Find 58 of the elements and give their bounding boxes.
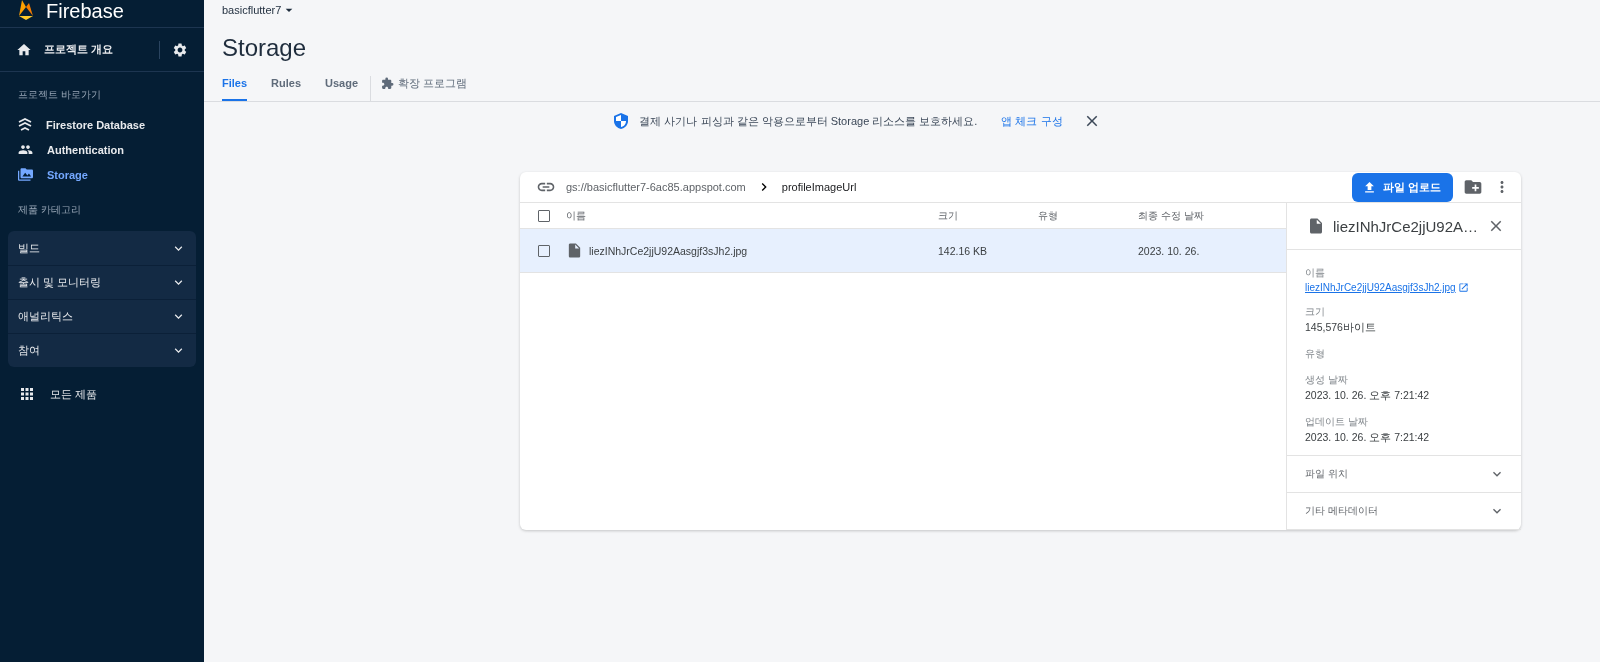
extensions-tab[interactable]: 확장 프로그램	[370, 76, 468, 101]
page-title: Storage	[222, 34, 308, 62]
settings-icon[interactable]	[172, 41, 188, 58]
app-check-link[interactable]: 앱 체크 구성	[1001, 113, 1063, 129]
file-icon	[1307, 217, 1325, 235]
field-label: 업데이트 날짜	[1305, 415, 1369, 429]
column-header: 최종 수정 날짜	[1138, 208, 1204, 223]
checkbox[interactable]	[538, 244, 550, 257]
brand-name: Firebase	[46, 1, 124, 21]
field-value: 145,576바이트	[1305, 321, 1377, 335]
column-header: 이름	[566, 208, 586, 223]
grid-icon	[18, 385, 36, 403]
all-products-link[interactable]: 모든 제품	[0, 385, 204, 403]
tab[interactable]: Usage	[325, 76, 359, 101]
collapsible-section[interactable]: 기타 메타데이터	[1287, 493, 1521, 530]
file-size: 142.16 KB	[938, 244, 988, 257]
external-link-icon	[1457, 282, 1469, 293]
tab[interactable]: Rules	[271, 76, 302, 101]
sidebar-item[interactable]: Storage	[0, 162, 204, 187]
project-overview-link[interactable]: 프로젝트 개요	[44, 42, 159, 57]
field-label: 크기	[1305, 305, 1326, 319]
bucket-path[interactable]: gs://basicflutter7-6ac85.appspot.com	[566, 181, 746, 193]
column-header: 유형	[1038, 208, 1058, 223]
modified-date: 2023. 10. 26.	[1138, 244, 1200, 257]
field-value: 2023. 10. 26. 오후 7:21:42	[1305, 389, 1431, 403]
file-name: liezINhJrCe2jjU92Aasgjf3sJh2.jpg	[589, 244, 748, 257]
field-label: 유형	[1305, 347, 1326, 361]
details-title: liezINhJrCe2jjU92A…	[1333, 217, 1479, 235]
file-icon	[566, 242, 583, 259]
database-icon	[18, 117, 32, 132]
sidebar-item[interactable]: Firestore Database	[0, 112, 204, 137]
folder-path[interactable]: profileImageUrl	[781, 181, 857, 193]
column-header: 크기	[938, 208, 958, 223]
firebase-logo-icon	[18, 0, 34, 21]
puzzle-icon	[381, 77, 395, 90]
people-icon	[18, 142, 33, 157]
project-selector[interactable]: basicflutter7	[222, 3, 298, 17]
section-heading: 제품 카테고리	[17, 203, 82, 217]
upload-button[interactable]: 파일 업로드	[1351, 172, 1453, 202]
tab[interactable]: Files	[222, 76, 248, 101]
folder-icon	[18, 167, 33, 182]
section-heading: 프로젝트 바로가기	[17, 88, 102, 102]
collapsible-section[interactable]: 파일 위치	[1287, 456, 1521, 493]
file-link[interactable]: liezINhJrCe2jjU92Aasgjf3sJh2.jpg	[1305, 282, 1503, 293]
file-row[interactable]: liezINhJrCe2jjU92Aasgjf3sJh2.jpg 142.16 KB 2023. 10. 26.	[520, 229, 1286, 273]
category-item[interactable]: 애널리틱스	[8, 299, 196, 333]
field-label: 이름	[1305, 266, 1326, 280]
field-label: 생성 날짜	[1305, 373, 1349, 387]
sidebar-item[interactable]: Authentication	[0, 137, 204, 162]
category-item[interactable]: 참여	[8, 333, 196, 367]
checkbox[interactable]	[538, 209, 550, 222]
new-folder-icon[interactable]	[1463, 177, 1483, 197]
shield-icon	[613, 112, 630, 130]
field-value: 2023. 10. 26. 오후 7:21:42	[1305, 431, 1431, 445]
home-icon[interactable]	[16, 41, 32, 58]
category-item[interactable]: 출시 및 모니터링	[8, 265, 196, 299]
banner-message: 결제 사기나 피싱과 같은 악용으로부터 Storage 리소스를 보호하세요.	[639, 113, 978, 129]
category-item[interactable]: 빌드	[8, 231, 196, 265]
